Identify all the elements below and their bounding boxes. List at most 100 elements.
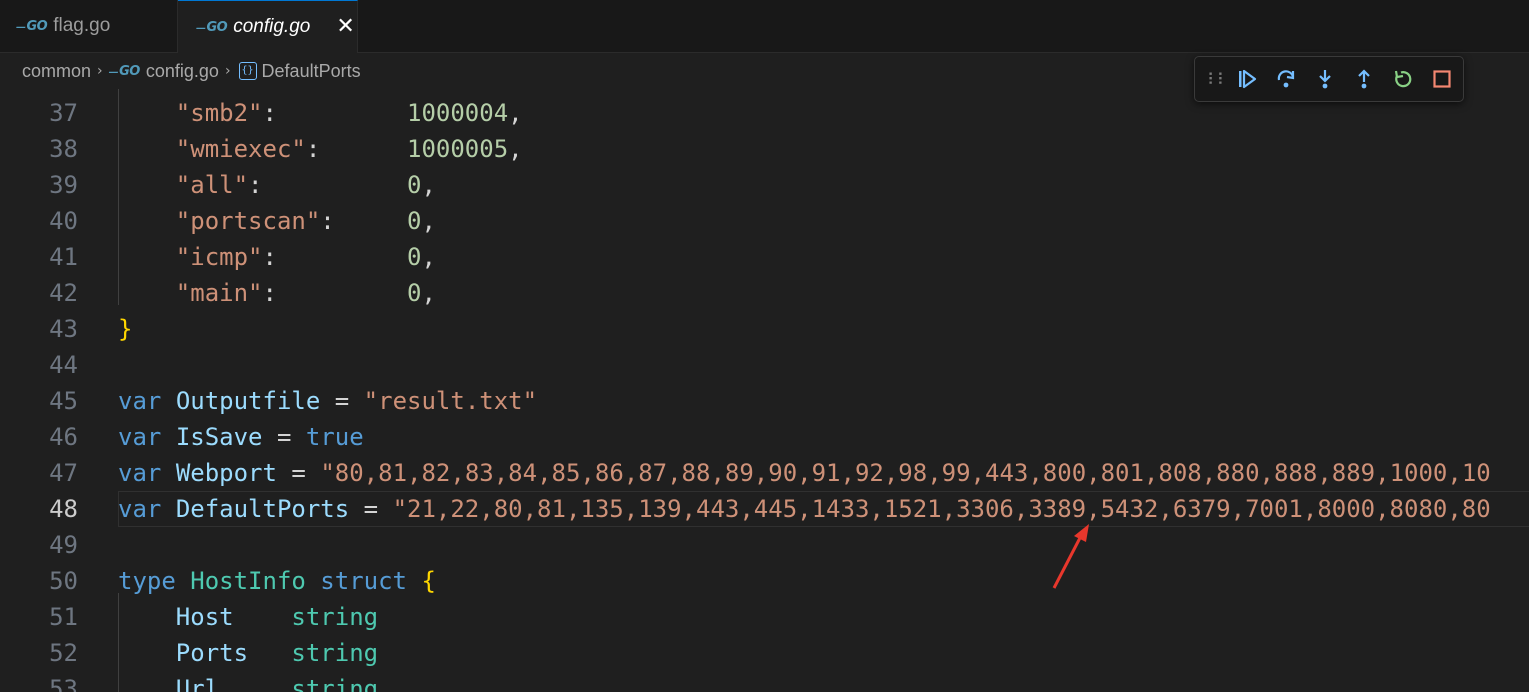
code-text: var Outputfile = "result.txt": [118, 383, 537, 419]
code-line[interactable]: 52 Ports string: [0, 635, 1529, 671]
code-line[interactable]: 38 "wmiexec": 1000005,: [0, 131, 1529, 167]
code-token: ,: [421, 243, 436, 271]
code-token: HostInfo: [190, 567, 306, 595]
code-token: var: [118, 387, 162, 415]
code-token: "icmp": [118, 243, 263, 271]
code-token: "80,81,82,83,84,85,86,87,88,89,90,91,92,…: [320, 459, 1491, 487]
code-token: =: [320, 387, 364, 415]
restart-icon: [1394, 70, 1411, 88]
code-token: {: [421, 567, 436, 595]
drag-handle-icon[interactable]: ⠇⠇: [1207, 70, 1228, 89]
line-number: 43: [49, 315, 78, 343]
tab-config-go[interactable]: GO config.go ✕: [178, 0, 358, 53]
code-line[interactable]: 46 var IsSave = true: [0, 419, 1529, 455]
stop-icon: [1432, 70, 1451, 88]
code-text: var DefaultPorts = "21,22,80,81,135,139,…: [118, 491, 1491, 527]
tab-flag-go[interactable]: GO flag.go: [0, 0, 178, 52]
code-line[interactable]: 44: [0, 347, 1529, 383]
code-text: var Webport = "80,81,82,83,84,85,86,87,8…: [118, 455, 1491, 491]
go-file-icon: GO: [196, 20, 228, 35]
code-token: string: [291, 639, 379, 667]
code-token: ,: [508, 135, 523, 163]
code-editor[interactable]: 37 "smb2": 1000004, 38 "wmiexec": 1000005…: [0, 89, 1529, 692]
code-text: type HostInfo struct {: [118, 563, 436, 599]
code-line[interactable]: 48 var DefaultPorts = "21,22,80,81,135,13…: [0, 491, 1529, 527]
line-number: 49: [49, 531, 78, 559]
code-token: 1000005: [407, 135, 509, 163]
code-line[interactable]: 40 "portscan": 0,: [0, 203, 1529, 239]
go-file-icon: GO: [16, 19, 48, 34]
code-line[interactable]: 47 var Webport = "80,81,82,83,84,85,86,87…: [0, 455, 1529, 491]
code-text: }: [118, 311, 132, 347]
line-number: 46: [49, 423, 78, 451]
code-token: ,: [508, 99, 523, 127]
code-line[interactable]: 39 "all": 0,: [0, 167, 1529, 203]
code-text: "all": 0,: [118, 167, 436, 203]
breadcrumb-symbol[interactable]: DefaultPorts: [262, 61, 361, 82]
code-line[interactable]: 42 "main": 0,: [0, 275, 1529, 311]
line-number: 39: [49, 171, 78, 199]
code-token: 0: [407, 171, 422, 199]
code-token: :: [248, 171, 407, 199]
line-number: 53: [49, 675, 78, 692]
line-number: 41: [49, 243, 78, 271]
line-number: 47: [49, 459, 78, 487]
code-token: ,: [421, 171, 436, 199]
code-line[interactable]: 37 "smb2": 1000004,: [0, 95, 1529, 131]
breadcrumb-folder[interactable]: common: [22, 61, 91, 82]
code-line[interactable]: 53 Url string: [0, 671, 1529, 692]
code-token: DefaultPorts: [175, 495, 350, 523]
annotation-arrow-icon: [1052, 524, 1089, 589]
close-icon[interactable]: ✕: [336, 16, 354, 38]
code-token: "21,22,80,81,135,139,443,445,1433,1521,3…: [392, 495, 1491, 523]
line-number: 52: [49, 639, 78, 667]
code-token: "all": [118, 171, 249, 199]
line-number: 51: [49, 603, 78, 631]
code-token: var: [118, 459, 162, 487]
code-token: type: [118, 567, 176, 595]
line-number: 44: [49, 351, 78, 379]
code-token: :: [320, 207, 407, 235]
code-token: 0: [407, 207, 422, 235]
code-token: =: [276, 459, 321, 487]
code-token: Ports: [175, 639, 249, 667]
code-token: "smb2": [118, 99, 263, 127]
line-number: 37: [49, 99, 78, 127]
code-token: "wmiexec": [118, 135, 306, 163]
code-token: }: [118, 315, 133, 343]
code-token: string: [291, 603, 379, 631]
code-line[interactable]: 50 type HostInfo struct {: [0, 563, 1529, 599]
code-text: Url string: [118, 671, 378, 692]
variable-symbol-icon: {}: [238, 62, 257, 80]
tab-label: flag.go: [53, 15, 111, 36]
code-line[interactable]: 45 var Outputfile = "result.txt": [0, 383, 1529, 419]
code-text: Ports string: [118, 635, 378, 671]
code-token: "main": [118, 279, 263, 307]
code-line[interactable]: 43}: [0, 311, 1529, 347]
code-token: ,: [421, 207, 436, 235]
line-number: 50: [49, 567, 78, 595]
step-into-icon: [1318, 70, 1331, 89]
code-token: Host: [175, 603, 234, 631]
code-token: 0: [407, 279, 422, 307]
breadcrumb-file[interactable]: config.go: [146, 61, 219, 82]
code-line[interactable]: 51 Host string: [0, 599, 1529, 635]
code-token: Outputfile: [175, 387, 321, 415]
code-text: "main": 0,: [118, 275, 436, 311]
code-line[interactable]: 41 "icmp": 0,: [0, 239, 1529, 275]
code-token: :: [262, 99, 407, 127]
step-over-icon: [1277, 70, 1294, 88]
go-file-icon: GO: [109, 64, 140, 79]
code-line[interactable]: 49: [0, 527, 1529, 563]
code-token: IsSave: [175, 423, 263, 451]
line-number: 45: [49, 387, 78, 415]
